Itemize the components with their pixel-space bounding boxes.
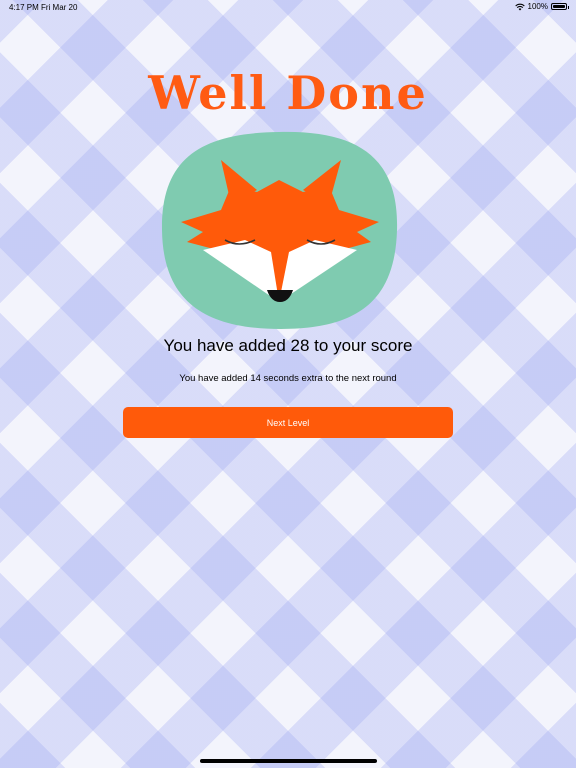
status-indicators: 100% xyxy=(514,2,569,11)
page-title: Well Done xyxy=(148,66,428,120)
score-message: You have added 28 to your score xyxy=(163,336,413,355)
home-indicator[interactable] xyxy=(200,759,377,763)
battery-percent: 100% xyxy=(527,2,548,11)
fox-illustration xyxy=(161,131,398,329)
status-bar: 4:17 PM Fri Mar 20 100% xyxy=(0,0,576,14)
next-level-button[interactable]: Next Level xyxy=(123,407,453,438)
status-date: Fri Mar 20 xyxy=(41,3,78,12)
bonus-message: You have added 14 seconds extra to the n… xyxy=(179,373,397,384)
wifi-icon xyxy=(514,3,525,10)
fox-badge xyxy=(161,130,399,330)
battery-icon xyxy=(551,3,569,10)
status-time: 4:17 PM xyxy=(9,3,39,12)
